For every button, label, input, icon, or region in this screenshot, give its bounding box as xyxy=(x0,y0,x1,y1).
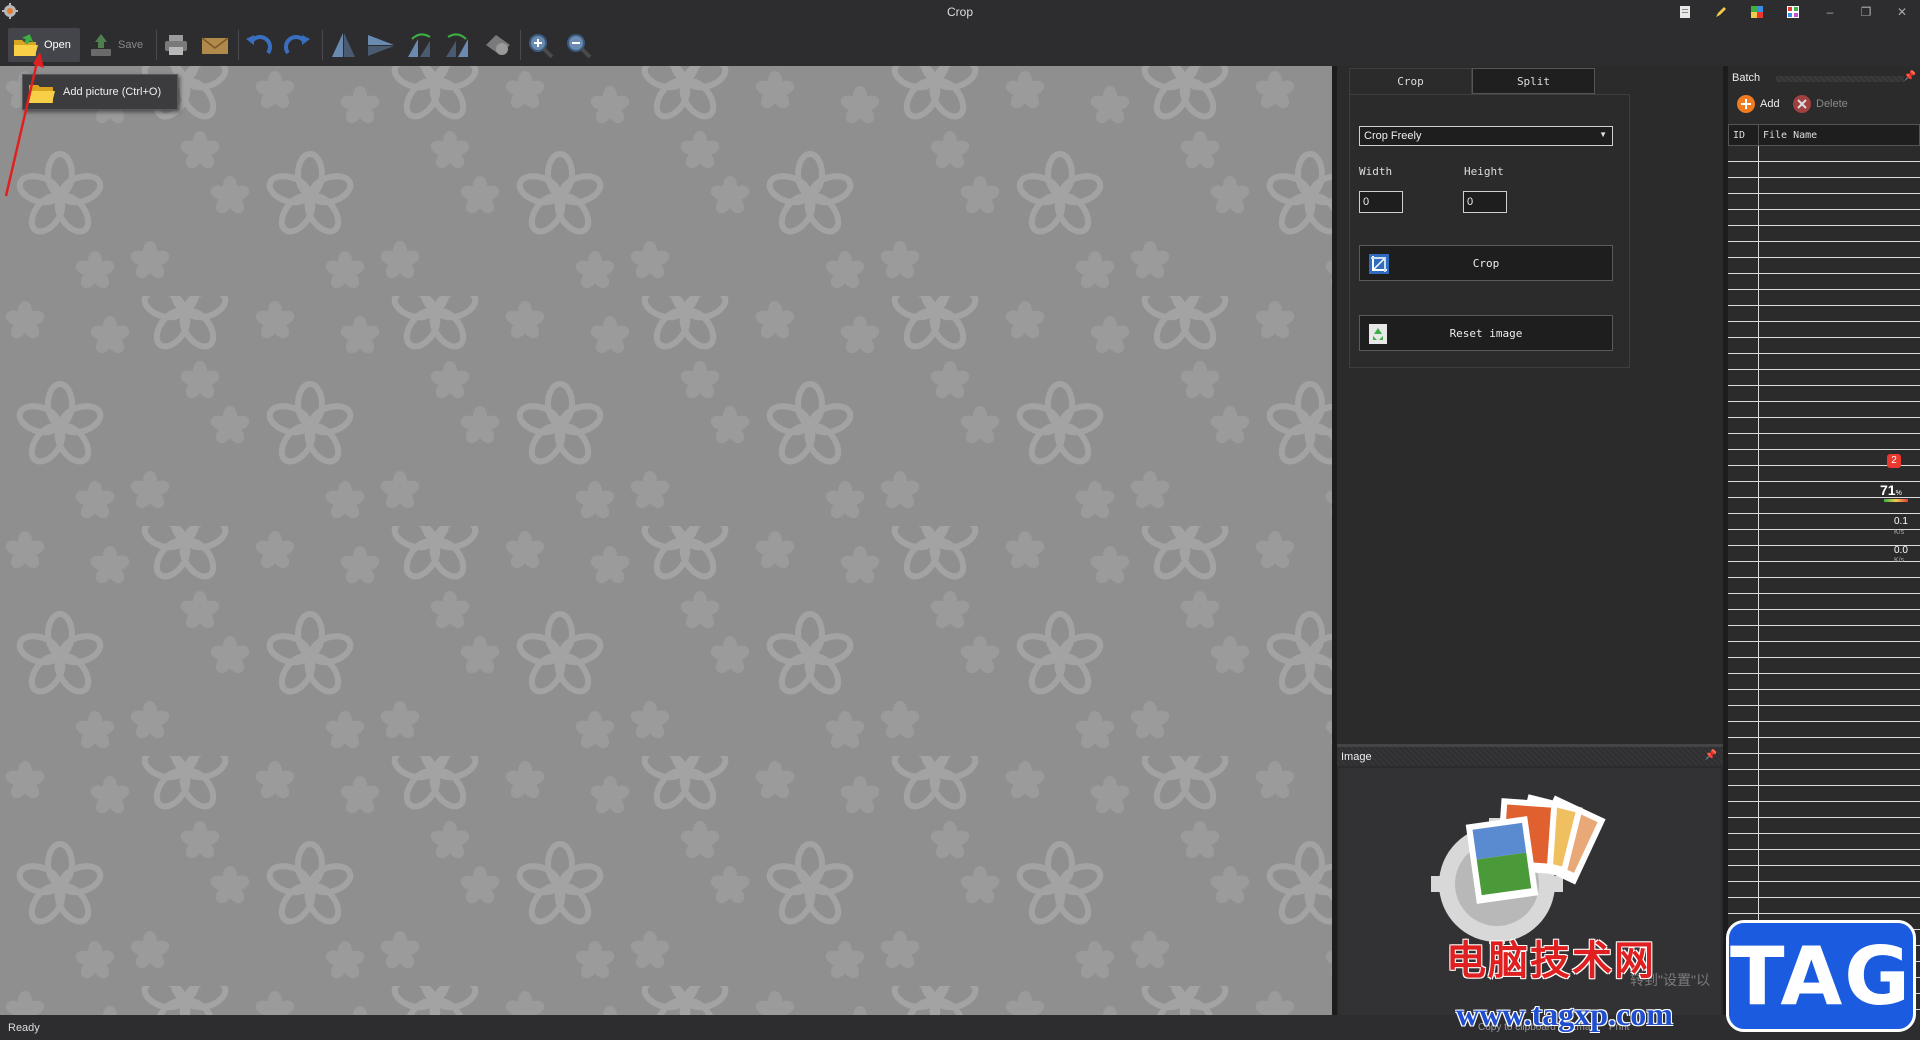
rotate-flip-right-icon xyxy=(446,33,468,57)
effects-button[interactable] xyxy=(482,28,514,62)
rotate-right-icon xyxy=(284,35,310,55)
crop-tabs: Crop Split xyxy=(1349,68,1595,94)
tab-split[interactable]: Split xyxy=(1472,68,1595,94)
title-bar: Crop – ❐ ✕ xyxy=(0,0,1920,24)
tab-crop[interactable]: Crop xyxy=(1349,68,1472,94)
column-id[interactable]: ID xyxy=(1729,125,1759,145)
image-canvas[interactable] xyxy=(0,66,1332,1015)
width-field[interactable]: 0 xyxy=(1359,191,1403,213)
grid-color-icon[interactable] xyxy=(1786,3,1800,21)
reset-image-label: Reset image xyxy=(1449,326,1523,340)
cpu-usage-unit: % xyxy=(1895,490,1902,497)
reset-image-button[interactable]: Reset image xyxy=(1359,315,1613,351)
restore-button[interactable]: ❐ xyxy=(1852,3,1880,21)
zoom-out-button[interactable] xyxy=(564,28,594,62)
notification-badge[interactable]: 2 xyxy=(1887,454,1901,468)
rotate-left-button[interactable] xyxy=(244,28,274,62)
toolbar-separator xyxy=(156,30,157,60)
rotate-flip-right-button[interactable] xyxy=(442,28,474,62)
rotate-right-button[interactable] xyxy=(282,28,312,62)
save-label: Save xyxy=(118,39,144,51)
color-palette-icon[interactable] xyxy=(1750,3,1764,21)
toolbar: Open Save xyxy=(0,24,1920,66)
batch-file-table[interactable]: ID File Name xyxy=(1728,124,1920,1015)
print-button[interactable] xyxy=(162,28,190,62)
watermark-url: www.tagxp.com xyxy=(1456,996,1673,1032)
batch-delete-label: Delete xyxy=(1816,98,1848,110)
image-panel-header: Image 📌 xyxy=(1337,744,1723,766)
crop-button[interactable]: Crop xyxy=(1359,245,1613,281)
minimize-button[interactable]: – xyxy=(1816,3,1844,21)
watermark-tag-logo: TAG xyxy=(1726,920,1916,1032)
pin-icon[interactable]: 📌 xyxy=(1904,71,1916,82)
net-upload-value: 0.1 xyxy=(1894,516,1908,527)
crop-panel: Crop Split Crop Freely ▼ Width Height 0 … xyxy=(1337,66,1723,744)
column-file-name[interactable]: File Name xyxy=(1759,125,1821,145)
envelope-icon xyxy=(201,37,229,54)
document-icon[interactable] xyxy=(1678,3,1692,21)
red-annotation-arrow xyxy=(4,52,44,197)
batch-add-button[interactable]: Add xyxy=(1736,94,1780,114)
crop-options-box: Crop Freely ▼ Width Height 0 0 Crop Rese… xyxy=(1349,94,1630,368)
close-button[interactable]: ✕ xyxy=(1888,3,1916,21)
toolbar-separator xyxy=(322,30,323,60)
net-upload-unit: K/s xyxy=(1894,529,1905,536)
batch-delete-button[interactable]: Delete xyxy=(1792,94,1848,114)
rotate-left-icon xyxy=(246,35,272,55)
status-text: Ready xyxy=(8,1022,40,1034)
cpu-usage-value: 71 xyxy=(1880,482,1896,498)
flip-vertical-icon xyxy=(332,33,355,57)
rotate-flip-left-icon xyxy=(408,33,431,57)
cpu-usage-bar xyxy=(1884,499,1908,502)
net-download-unit: K/s xyxy=(1894,557,1905,564)
recycle-icon xyxy=(1369,324,1387,344)
toolbar-separator xyxy=(238,30,239,60)
save-button[interactable]: Save xyxy=(86,28,148,62)
chevron-down-icon: ▼ xyxy=(1599,130,1607,139)
zoom-out-icon xyxy=(567,34,592,59)
batch-add-label: Add xyxy=(1760,98,1780,110)
printer-icon xyxy=(165,35,187,55)
width-label: Width xyxy=(1359,165,1393,178)
crop-button-label: Crop xyxy=(1472,256,1500,270)
zoom-in-button[interactable] xyxy=(526,28,556,62)
email-button[interactable] xyxy=(200,28,230,62)
flip-horizontal-icon xyxy=(368,35,394,56)
watermark-tag-text: TAG xyxy=(1730,929,1912,1023)
pencil-icon[interactable] xyxy=(1714,3,1728,21)
watermark-chinese-text: 电脑技术网 xyxy=(1446,938,1656,984)
batch-empty-rows xyxy=(1728,146,1920,1015)
net-download-value: 0.0 xyxy=(1894,545,1908,556)
header-grip xyxy=(1776,76,1904,82)
tooltip-text: Add picture (Ctrl+O) xyxy=(63,86,162,98)
batch-title: Batch xyxy=(1732,72,1761,84)
delete-icon xyxy=(1793,95,1811,113)
image-panel-title: Image xyxy=(1341,751,1372,763)
cpu-usage-widget: 71% xyxy=(1880,482,1902,498)
crop-mode-select[interactable]: Crop Freely ▼ xyxy=(1359,126,1613,146)
batch-header: Batch 📌 xyxy=(1728,68,1920,88)
pin-icon[interactable]: 📌 xyxy=(1705,750,1717,761)
flip-horizontal-button[interactable] xyxy=(366,28,396,62)
toolbar-separator xyxy=(520,30,521,60)
batch-column-header: ID File Name xyxy=(1728,124,1920,146)
add-icon xyxy=(1737,95,1755,113)
batch-panel: Batch 📌 Add Delete ID File Name xyxy=(1728,66,1920,1015)
watermark-overlay: 转到"设置"以 电脑技术网 www.tagxp.com TAG xyxy=(1440,920,1920,1040)
effects-icon xyxy=(486,35,510,55)
zoom-in-icon xyxy=(529,34,554,59)
save-disk-icon xyxy=(91,34,111,56)
height-label: Height xyxy=(1464,165,1504,178)
crop-mode-value: Crop Freely xyxy=(1364,130,1422,142)
window-title: Crop xyxy=(946,5,973,19)
height-field[interactable]: 0 xyxy=(1463,191,1507,213)
crop-icon xyxy=(1369,254,1389,274)
rotate-flip-left-button[interactable] xyxy=(404,28,436,62)
floral-background-pattern xyxy=(0,66,1332,1015)
flip-vertical-button[interactable] xyxy=(328,28,358,62)
